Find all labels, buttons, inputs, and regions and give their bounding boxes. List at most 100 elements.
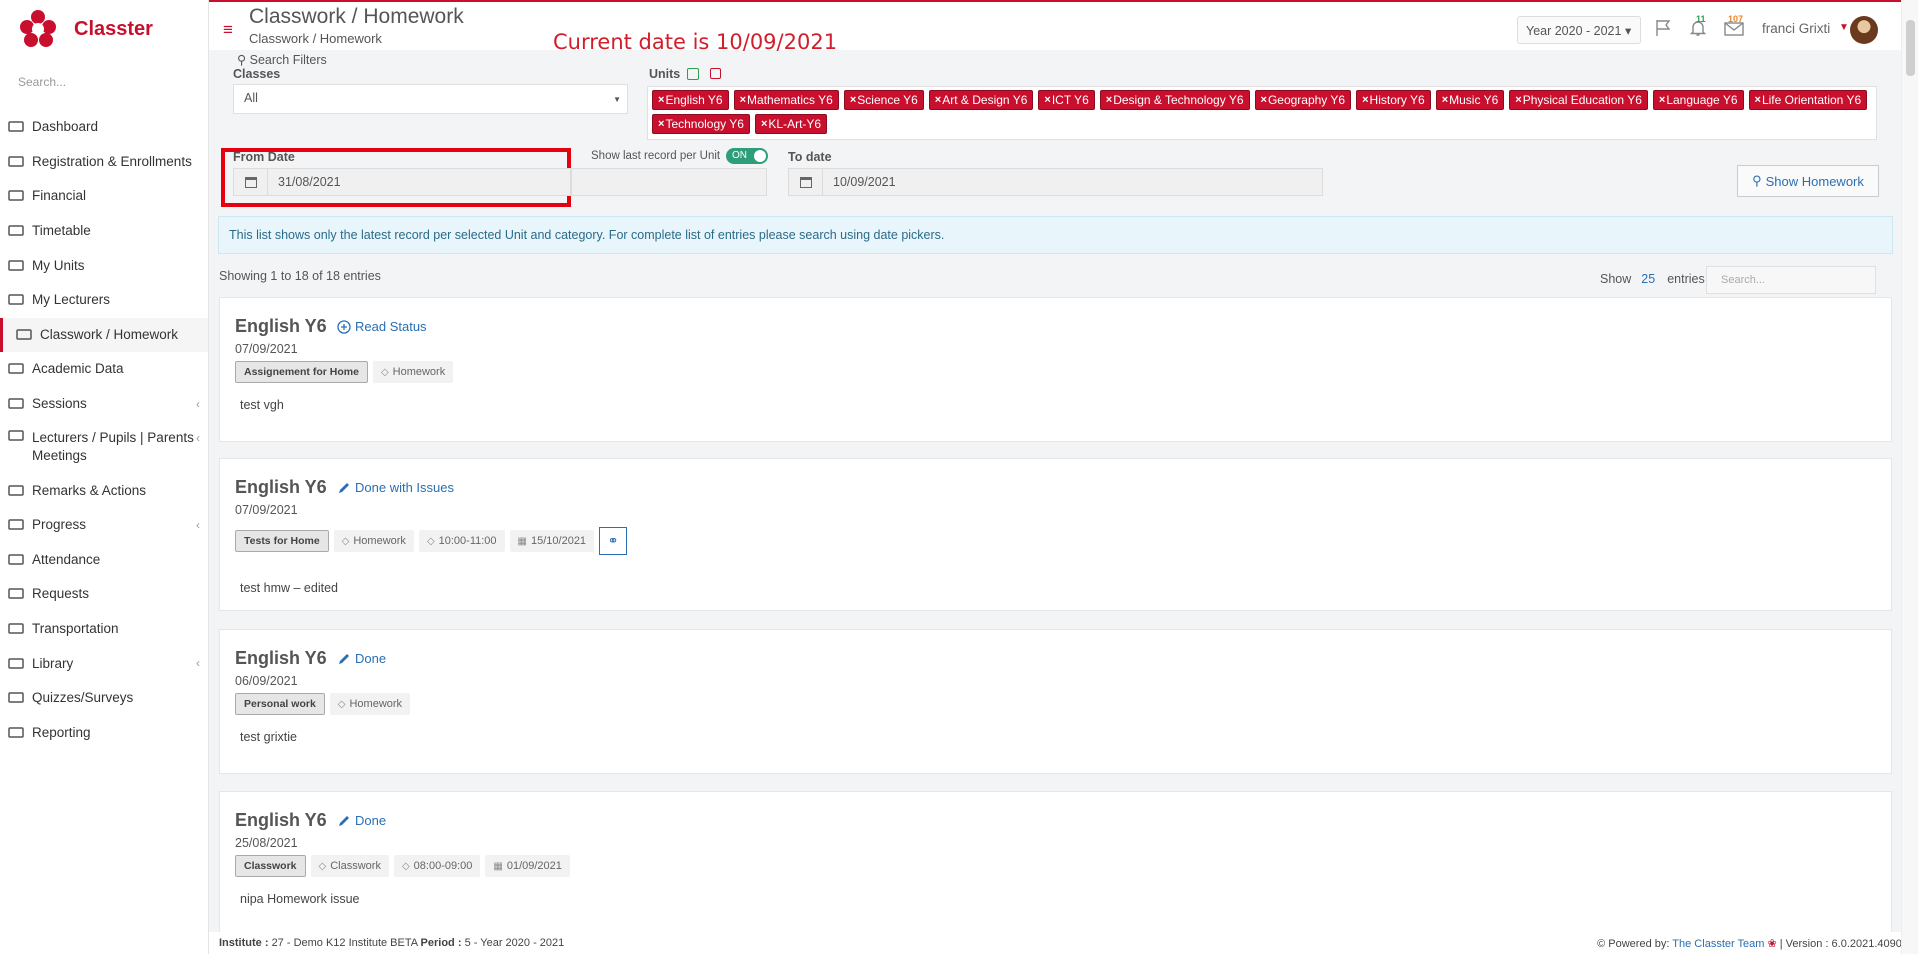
homework-type-chip: Classwork	[235, 855, 306, 877]
sidebar-item-remarks-actions[interactable]: Remarks & Actions	[0, 473, 208, 508]
unit-tag-label: History Y6	[1369, 93, 1425, 107]
sidebar-item-label: Classwork / Homework	[40, 326, 179, 342]
page-length-select[interactable]: 25	[1641, 272, 1655, 286]
sidebar-item-registration-enrollments[interactable]: Registration & Enrollments	[0, 145, 208, 180]
sidebar-item-quizzes-surveys[interactable]: Quizzes/Surveys	[0, 681, 208, 716]
category-chip: ◇ Homework	[329, 693, 411, 715]
status-label: Read Status	[355, 319, 427, 334]
status-link[interactable]: Done with Issues	[337, 480, 454, 495]
unit-tag[interactable]: × English Y6	[652, 90, 729, 110]
deselect-all-units-icon[interactable]	[710, 68, 721, 79]
units-multiselect[interactable]: × English Y6 × Mathematics Y6 × Science Y6 × Ar…	[647, 86, 1877, 140]
remove-tag-icon[interactable]: ×	[1659, 93, 1665, 107]
status-label: Done	[355, 651, 387, 666]
sidebar-item-label: Academic Data	[32, 361, 124, 377]
due-date-label: 01/09/2021	[506, 860, 562, 872]
sidebar-item-attendance[interactable]: Attendance	[0, 543, 208, 578]
unit-tag[interactable]: × Art & Design Y6	[928, 90, 1034, 110]
unit-tag[interactable]: × Science Y6	[843, 90, 924, 110]
sidebar-item-reporting[interactable]: Reporting	[0, 716, 208, 751]
unit-tag[interactable]: × Geography Y6	[1254, 90, 1352, 110]
show-homework-button[interactable]: ⚲ Show Homework	[1737, 165, 1879, 197]
calendar-icon[interactable]	[234, 169, 268, 195]
scrollbar-thumb[interactable]	[1906, 20, 1915, 76]
sidebar-item-sessions[interactable]: Sessions ‹	[0, 387, 208, 422]
sidebar-item-dashboard[interactable]: Dashboard	[0, 110, 208, 145]
sidebar-item-my-units[interactable]: My Units	[0, 248, 208, 283]
sidebar-item-requests[interactable]: Requests	[0, 577, 208, 612]
user-caret-icon[interactable]: ▼	[1839, 22, 1849, 33]
link-icon[interactable]: ⚭	[599, 527, 628, 555]
sidebar-item-my-lecturers[interactable]: My Lecturers	[0, 283, 208, 318]
sidebar-item-label: Lecturers / Pupils | Parents Meetings	[32, 430, 194, 464]
sidebar-item-academic-data[interactable]: Academic Data	[0, 352, 208, 387]
unit-tag[interactable]: × Music Y6	[1435, 90, 1505, 110]
time-label: 08:00-09:00	[413, 860, 473, 872]
avatar[interactable]	[1850, 16, 1878, 44]
unit-tag[interactable]: × ICT Y6	[1038, 90, 1095, 110]
to-date-input[interactable]: 10/09/2021	[788, 168, 1323, 196]
logo[interactable]: Classter	[0, 0, 208, 58]
shuffle-icon	[8, 484, 26, 498]
remove-tag-icon[interactable]: ×	[1106, 93, 1112, 107]
unit-tag[interactable]: × KL-Art-Y6	[754, 114, 828, 134]
chalkboard-icon	[8, 397, 26, 411]
chevron-left-icon: ‹	[196, 396, 200, 411]
remove-tag-icon[interactable]: ×	[658, 117, 664, 131]
unit-tag[interactable]: × Physical Education Y6	[1509, 90, 1648, 110]
page-scrollbar[interactable]	[1901, 0, 1918, 954]
status-link[interactable]: Read Status	[337, 319, 427, 334]
user-cog-icon	[8, 429, 26, 443]
sidebar-item-transportation[interactable]: Transportation	[0, 612, 208, 647]
sidebar-item-timetable[interactable]: Timetable	[0, 214, 208, 249]
card-chips: Classwork ◇ Classwork ◇ 08:00-09:00 ▦ 01/09/20…	[235, 855, 570, 877]
remove-tag-icon[interactable]: ×	[1044, 93, 1050, 107]
remove-tag-icon[interactable]: ×	[935, 93, 941, 107]
remove-tag-icon[interactable]: ×	[658, 93, 664, 107]
sidebar-search-input[interactable]	[0, 64, 208, 100]
remove-tag-icon[interactable]: ×	[1515, 93, 1521, 107]
unit-tag[interactable]: × Design & Technology Y6	[1099, 90, 1250, 110]
breadcrumb[interactable]: Classwork / Homework	[249, 31, 382, 46]
remove-tag-icon[interactable]: ×	[850, 93, 856, 107]
unit-tag[interactable]: × Language Y6	[1652, 90, 1744, 110]
status-link[interactable]: Done	[337, 651, 386, 666]
status-link[interactable]: Done	[337, 813, 386, 828]
user-name[interactable]: franci Grixti	[1762, 21, 1830, 36]
year-select[interactable]: Year 2020 - 2021 ▾	[1517, 16, 1641, 44]
remove-tag-icon[interactable]: ×	[1755, 93, 1761, 107]
remove-tag-icon[interactable]: ×	[1362, 93, 1368, 107]
remove-tag-icon[interactable]: ×	[761, 117, 767, 131]
page-length-control: Show 25 entries	[1600, 272, 1705, 286]
classter-team-link[interactable]: The Classter Team	[1672, 938, 1764, 950]
calendar-icon[interactable]	[789, 169, 823, 195]
remove-tag-icon[interactable]: ×	[1442, 93, 1448, 107]
table-search-input[interactable]	[1706, 266, 1876, 294]
hamburger-menu-icon[interactable]: ≡	[223, 20, 233, 40]
remove-tag-icon[interactable]: ×	[1261, 93, 1267, 107]
last-record-toggle[interactable]: ON	[726, 148, 768, 164]
unit-tag-label: Language Y6	[1666, 93, 1738, 107]
sidebar-item-classwork-homework[interactable]: Classwork / Homework	[0, 317, 208, 353]
institute-label: Institute :	[219, 937, 269, 949]
select-all-units-icon[interactable]	[687, 68, 699, 80]
pencil-icon	[339, 482, 349, 493]
tag-icon: ◇	[318, 860, 327, 872]
due-date-label: 15/10/2021	[531, 535, 587, 547]
page-title: Classwork / Homework	[249, 5, 464, 28]
calendar-icon	[8, 224, 26, 238]
flag-icon[interactable]	[1654, 19, 1672, 37]
sidebar-item-library[interactable]: Library ‹	[0, 646, 208, 681]
sidebar-item-progress[interactable]: Progress ‹	[0, 508, 208, 543]
unit-tag[interactable]: × Technology Y6	[652, 114, 750, 134]
top-header: ≡ Classwork / Homework Classwork / Homew…	[209, 0, 1918, 54]
remove-tag-icon[interactable]: ×	[740, 93, 746, 107]
unit-tag[interactable]: × Mathematics Y6	[733, 90, 839, 110]
from-date-input[interactable]: 31/08/2021	[233, 168, 571, 196]
sidebar-item-financial[interactable]: Financial	[0, 179, 208, 214]
unit-tag[interactable]: × History Y6	[1356, 90, 1431, 110]
search-filters-toggle[interactable]: ⚲ Search Filters	[237, 52, 327, 67]
classes-select[interactable]: All ▼	[233, 84, 628, 114]
sidebar-item-lecturers-pupils-parents-meetings[interactable]: Lecturers / Pupils | Parents Meetings ‹	[0, 421, 208, 473]
unit-tag[interactable]: × Life Orientation Y6	[1748, 90, 1868, 110]
